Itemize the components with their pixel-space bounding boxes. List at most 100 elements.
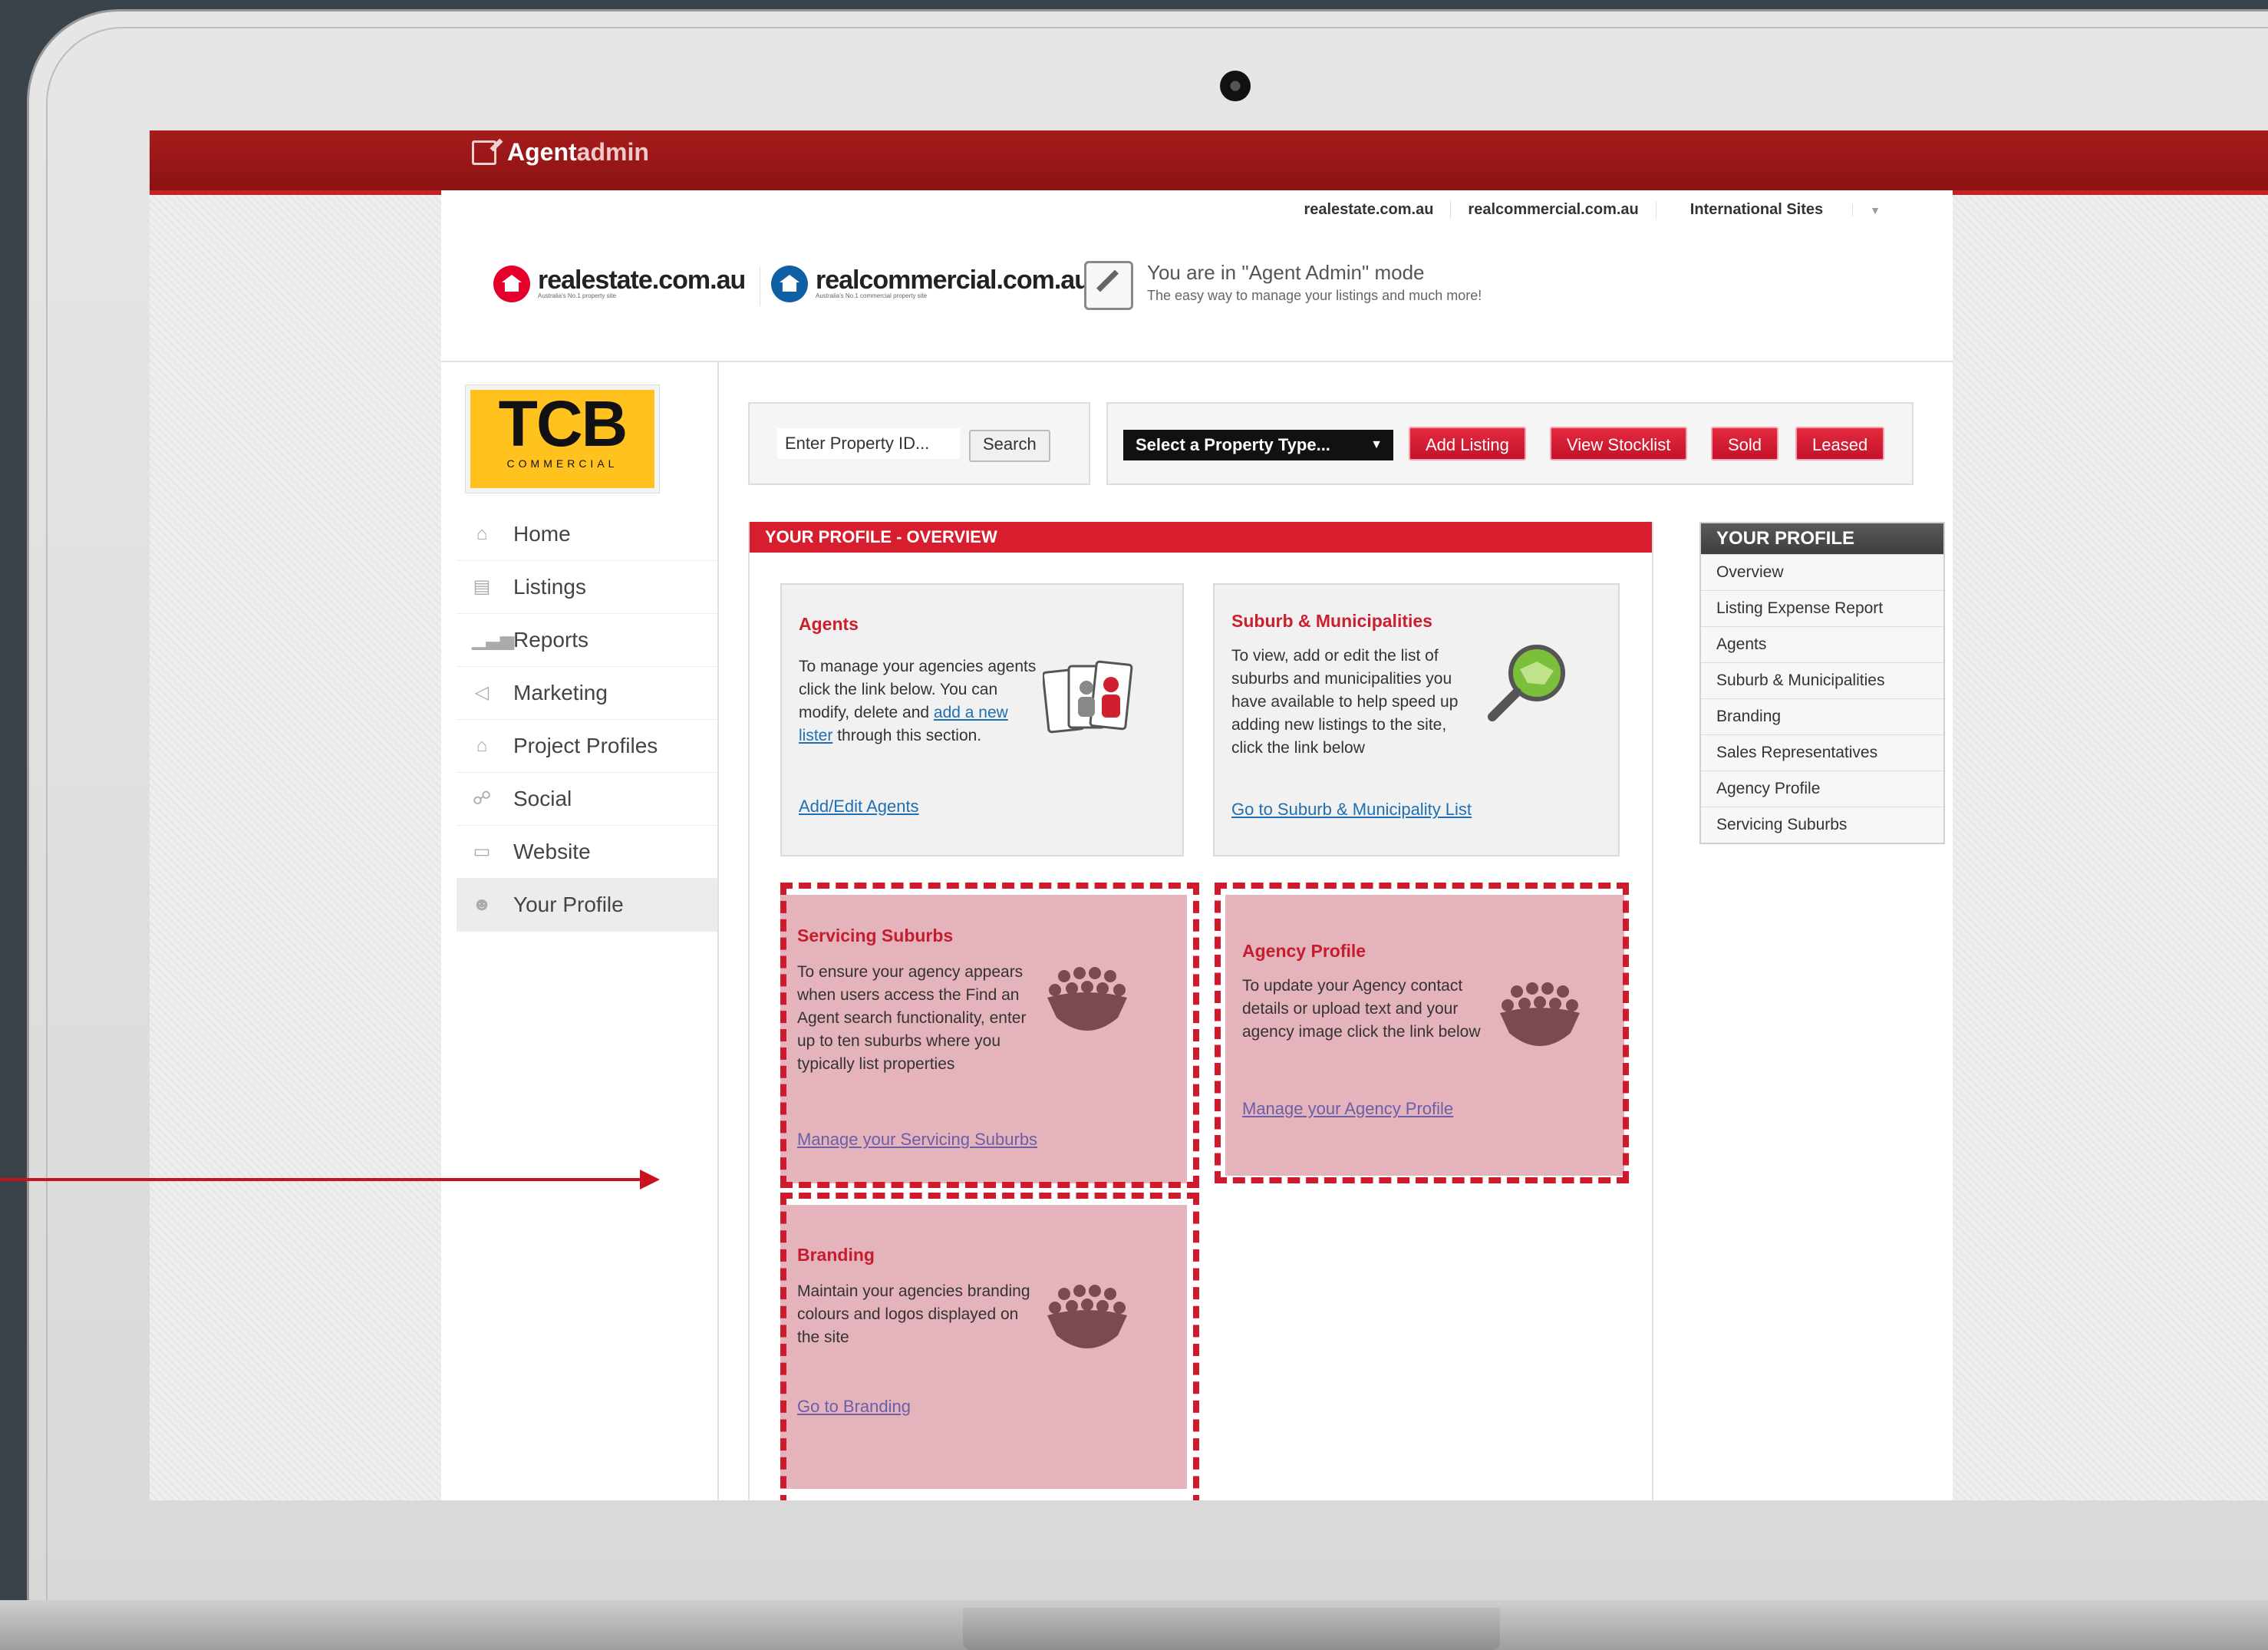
- property-type-select[interactable]: Select a Property Type... ▼: [1123, 430, 1393, 460]
- agents-desc-text-2: through this section.: [837, 727, 982, 744]
- servicing-suburbs-desc: To ensure your agency appears when users…: [797, 963, 1027, 1073]
- pointer-arrow-line: [0, 1178, 644, 1181]
- sidebar-item-website[interactable]: ▭ Website: [457, 826, 717, 879]
- property-type-value: Select a Property Type...: [1136, 435, 1330, 454]
- suburb-card: Suburb & Municipalities To view, add or …: [1213, 583, 1620, 856]
- profile-menu-sales-representatives[interactable]: Sales Representatives: [1701, 734, 1943, 771]
- agency-profile-card: Agency Profile To update your Agency con…: [1225, 895, 1624, 1176]
- megaphone-icon: ◁: [474, 682, 490, 703]
- branding-title: Branding: [797, 1245, 875, 1265]
- realestate-logo-text: realestate.com.au: [538, 266, 746, 295]
- house-icon: [493, 266, 530, 302]
- brand-main: Agent: [507, 138, 577, 166]
- app-brand[interactable]: Agentadmin: [472, 138, 649, 167]
- servicing-suburbs-card: Servicing Suburbs To ensure your agency …: [780, 895, 1187, 1183]
- people-group-icon: [1047, 967, 1127, 1031]
- your-profile-menu: YOUR PROFILE Overview Listing Expense Re…: [1699, 522, 1945, 844]
- sidebar-item-marketing[interactable]: ◁ Marketing: [457, 667, 717, 720]
- agents-cards-icon: [1043, 660, 1133, 734]
- mode-banner: You are in "Agent Admin" mode The easy w…: [1084, 261, 1482, 310]
- edit-icon: [1084, 261, 1133, 310]
- sidebar-item-label: Listings: [513, 575, 586, 599]
- mode-subtitle: The easy way to manage your listings and…: [1147, 288, 1482, 303]
- profile-menu-suburb-municipalities[interactable]: Suburb & Municipalities: [1701, 662, 1943, 698]
- home-icon: ⌂: [476, 523, 488, 544]
- sidebar-item-label: Your Profile: [513, 893, 624, 916]
- sidebar-item-label: Marketing: [513, 681, 608, 705]
- chevron-down-icon: ▼: [1852, 204, 1897, 216]
- page-container: realestate.com.au realcommercial.com.au …: [441, 190, 1953, 1500]
- add-edit-agents-link[interactable]: Add/Edit Agents: [799, 797, 919, 817]
- profile-menu-servicing-suburbs[interactable]: Servicing Suburbs: [1701, 807, 1943, 843]
- sidebar-item-label: Reports: [513, 628, 589, 652]
- search-button[interactable]: Search: [969, 430, 1050, 462]
- sidebar-item-reports[interactable]: ▁▃▅ Reports: [457, 614, 717, 667]
- sidebar-item-label: Home: [513, 522, 571, 546]
- agency-logo-small: COMMERCIAL: [506, 457, 618, 470]
- realcommercial-logo[interactable]: realcommercial.com.au Australia's No.1 co…: [771, 266, 1090, 302]
- profile-menu-overview[interactable]: Overview: [1701, 554, 1943, 590]
- sidebar-item-label: Project Profiles: [513, 734, 658, 757]
- laptop-hinge: [963, 1608, 1500, 1650]
- sidebar-item-label: Website: [513, 840, 591, 863]
- realcommercial-logo-text: realcommercial.com.au: [816, 266, 1090, 295]
- profile-menu-listing-expense-report[interactable]: Listing Expense Report: [1701, 590, 1943, 626]
- agency-logo: TCB COMMERCIAL: [465, 384, 660, 493]
- home-icon: ⌂: [476, 735, 488, 756]
- people-group-icon: [1500, 982, 1580, 1046]
- agents-card-desc: To manage your agencies agents click the…: [799, 655, 1038, 747]
- add-listing-button[interactable]: Add Listing: [1409, 427, 1526, 460]
- sidebar-item-label: Social: [513, 787, 572, 810]
- leased-button[interactable]: Leased: [1795, 427, 1885, 460]
- listing-actions-bar: Select a Property Type... ▼ Add Listing V…: [1106, 402, 1914, 485]
- go-to-branding-link[interactable]: Go to Branding: [797, 1397, 911, 1417]
- profile-overview-panel: YOUR PROFILE - OVERVIEW Agents To manage…: [748, 522, 1653, 1500]
- mode-title: You are in "Agent Admin" mode: [1147, 261, 1425, 284]
- international-sites-dropdown[interactable]: International Sites ▼: [1655, 201, 1914, 219]
- house-icon: [771, 266, 808, 302]
- link-realestate[interactable]: realestate.com.au: [1287, 201, 1450, 219]
- property-id-input[interactable]: Enter Property ID...: [777, 428, 960, 459]
- agents-card-title: Agents: [799, 614, 859, 634]
- your-profile-menu-title: YOUR PROFILE: [1701, 523, 1943, 554]
- webcam-icon: [1220, 71, 1251, 101]
- agency-profile-desc: To update your Agency contact details or…: [1242, 977, 1481, 1041]
- branding-desc: Maintain your agencies branding colours …: [797, 1282, 1030, 1346]
- arrow-right-icon: [640, 1170, 660, 1190]
- profile-menu-agents[interactable]: Agents: [1701, 626, 1943, 662]
- sidebar-item-listings[interactable]: ▤ Listings: [457, 561, 717, 614]
- servicing-suburbs-title: Servicing Suburbs: [797, 926, 954, 945]
- monitor-icon: ▭: [473, 841, 491, 862]
- sidebar-nav: ⌂ Home ▤ Listings ▁▃▅ Reports ◁ Marketing ⌂ P…: [457, 508, 717, 932]
- magnifier-icon: [1488, 645, 1565, 721]
- listings-icon: ▤: [473, 576, 491, 597]
- link-realcommercial[interactable]: realcommercial.com.au: [1450, 201, 1655, 219]
- top-links: realestate.com.au realcommercial.com.au …: [1287, 201, 1914, 219]
- international-sites-label: International Sites: [1689, 201, 1824, 218]
- suburb-list-link[interactable]: Go to Suburb & Municipality List: [1231, 800, 1472, 820]
- brand-sub: admin: [576, 138, 649, 166]
- realestate-logo[interactable]: realestate.com.au Australia's No.1 proper…: [493, 266, 746, 302]
- chevron-down-icon: ▼: [1370, 438, 1383, 451]
- manage-agency-profile-link[interactable]: Manage your Agency Profile: [1242, 1099, 1453, 1119]
- agency-profile-title: Agency Profile: [1242, 941, 1366, 961]
- reports-icon: ▁▃▅: [472, 629, 515, 650]
- profile-menu-branding[interactable]: Branding: [1701, 698, 1943, 734]
- suburb-card-title: Suburb & Municipalities: [1231, 611, 1432, 631]
- property-search-bar: Enter Property ID... Search: [748, 402, 1090, 485]
- sidebar-item-your-profile[interactable]: ☻ Your Profile: [457, 879, 717, 932]
- agency-logo-big: TCB: [498, 388, 628, 460]
- profile-menu-agency-profile[interactable]: Agency Profile: [1701, 771, 1943, 807]
- laptop-screen: Agentadmin realestate.com.au realcommerc…: [150, 130, 2268, 1500]
- people-group-icon: [1047, 1285, 1127, 1348]
- sidebar-item-social[interactable]: ☍ Social: [457, 773, 717, 826]
- sold-button[interactable]: Sold: [1711, 427, 1779, 460]
- sidebar-item-project-profiles[interactable]: ⌂ Project Profiles: [457, 720, 717, 773]
- edit-icon: [472, 140, 496, 165]
- manage-servicing-suburbs-link[interactable]: Manage your Servicing Suburbs: [797, 1130, 1037, 1150]
- users-icon: ☻: [472, 894, 492, 915]
- view-stocklist-button[interactable]: View Stocklist: [1550, 427, 1688, 460]
- sidebar: TCB COMMERCIAL ⌂ Home ▤ Listings ▁▃▅ Report…: [441, 362, 719, 1500]
- app-topbar: Agentadmin: [150, 130, 2268, 195]
- sidebar-item-home[interactable]: ⌂ Home: [457, 508, 717, 561]
